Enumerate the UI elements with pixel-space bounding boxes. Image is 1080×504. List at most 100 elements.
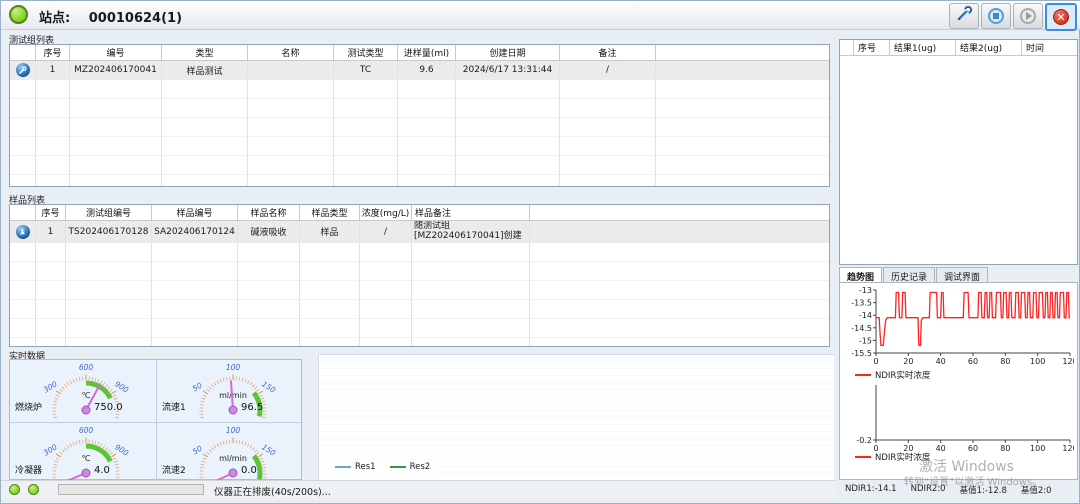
table-row-empty[interactable] bbox=[10, 156, 829, 175]
gauge-value: 750.0 bbox=[94, 402, 123, 413]
table-row-empty[interactable] bbox=[10, 338, 829, 347]
close-icon: ✕ bbox=[1053, 9, 1069, 25]
col-header: 样品编号 bbox=[152, 205, 238, 220]
col-header: 类型 bbox=[162, 45, 248, 60]
col-header: 名称 bbox=[248, 45, 334, 60]
table-row-empty[interactable] bbox=[10, 137, 829, 156]
svg-text:60: 60 bbox=[968, 444, 978, 453]
realtime-gauges-panel: 03006009001200℃燃烧炉750.0050100150200ml/mi… bbox=[9, 359, 302, 480]
cell-created: 2024/6/17 13:31:44 bbox=[456, 61, 560, 79]
stop-button[interactable] bbox=[981, 3, 1011, 29]
cell-test-type: TC bbox=[334, 61, 398, 79]
col-header: 样品类型 bbox=[300, 205, 360, 220]
svg-text:1200: 1200 bbox=[116, 417, 133, 418]
gauge-冷凝器: 03006009001200℃冷凝器4.0 bbox=[10, 423, 157, 485]
status-bar: 仪器正在排废(40s/200s)... bbox=[1, 480, 836, 499]
page-title: 站点: 00010624(1) bbox=[39, 7, 182, 26]
start-button[interactable] bbox=[1013, 3, 1043, 29]
status-dot-1-icon bbox=[9, 484, 20, 495]
svg-text:20: 20 bbox=[903, 357, 913, 366]
table-row-empty[interactable] bbox=[10, 319, 829, 338]
table-row-empty[interactable] bbox=[10, 243, 829, 262]
cell-sample-remark: 随测试组[MZ202406170041]创建 bbox=[412, 221, 530, 242]
status-text: 仪器正在排废(40s/200s)... bbox=[214, 484, 331, 498]
gauge-label: 冷凝器 bbox=[15, 463, 42, 476]
col-header: 样品备注 bbox=[412, 205, 530, 220]
col-header: 进样量(ml) bbox=[398, 45, 456, 60]
cell-group-no: TS202406170128 bbox=[66, 221, 152, 242]
cell-type: 样品测试 bbox=[162, 61, 248, 79]
svg-text:50: 50 bbox=[191, 444, 204, 457]
table-row-empty[interactable] bbox=[10, 80, 829, 99]
svg-text:℃: ℃ bbox=[82, 391, 91, 400]
col-header: 时间 bbox=[1022, 40, 1077, 55]
progress-bar bbox=[58, 484, 204, 495]
cell-volume: 9.6 bbox=[398, 61, 456, 79]
table-row-empty[interactable] bbox=[10, 175, 829, 187]
svg-text:-13.5: -13.5 bbox=[851, 299, 872, 308]
table-row-empty[interactable] bbox=[10, 300, 829, 319]
col-header: 编号 bbox=[70, 45, 162, 60]
svg-text:-15: -15 bbox=[859, 336, 872, 345]
col-header: 创建日期 bbox=[456, 45, 560, 60]
cell-remark: / bbox=[560, 61, 656, 79]
result-chart-legend: Res1 Res2 bbox=[327, 460, 438, 474]
col-header: 序号 bbox=[36, 45, 70, 60]
gauge-流速2: 050100150200ml/min流速20.0 bbox=[157, 423, 303, 485]
col-header: 备注 bbox=[560, 45, 656, 60]
svg-text:-14: -14 bbox=[859, 311, 872, 320]
table-row-empty[interactable] bbox=[10, 262, 829, 281]
test-group-table[interactable]: 序号 编号 类型 名称 测试类型 进样量(ml) 创建日期 备注 1 MZ202… bbox=[9, 44, 830, 187]
cell-conc: / bbox=[360, 221, 412, 242]
result-table[interactable]: 序号 结果1(ug) 结果2(ug) 时间 bbox=[839, 39, 1078, 265]
svg-text:120: 120 bbox=[1062, 444, 1074, 453]
gauge-燃烧炉: 03006009001200℃燃烧炉750.0 bbox=[10, 360, 157, 423]
svg-text:-14.5: -14.5 bbox=[851, 324, 872, 333]
cell-sample-no: SA202406170124 bbox=[152, 221, 238, 242]
cell-name bbox=[248, 61, 334, 79]
col-header: 浓度(mg/L) bbox=[360, 205, 412, 220]
table-row-empty[interactable] bbox=[10, 99, 829, 118]
sample-table[interactable]: 序号 测试组编号 样品编号 样品名称 样品类型 浓度(mg/L) 样品备注 1 … bbox=[9, 204, 830, 347]
svg-text:40: 40 bbox=[936, 357, 946, 366]
svg-text:300: 300 bbox=[42, 379, 59, 394]
svg-text:120: 120 bbox=[1062, 357, 1074, 366]
result-chart-area: Res1 Res2 bbox=[318, 354, 834, 480]
gauge-流速1: 050100150200ml/min流速196.5 bbox=[157, 360, 303, 423]
table-row-empty[interactable] bbox=[10, 118, 829, 137]
col-header: 样品名称 bbox=[238, 205, 300, 220]
table-row[interactable]: 1 MZ202406170041 样品测试 TC 9.6 2024/6/17 1… bbox=[10, 61, 829, 80]
svg-text:80: 80 bbox=[1000, 357, 1010, 366]
table-row[interactable]: 1 TS202406170128 SA202406170124 碱液吸收 样品 … bbox=[10, 221, 829, 243]
svg-text:0: 0 bbox=[873, 357, 878, 366]
svg-text:℃: ℃ bbox=[82, 454, 91, 463]
cell-sample-name: 碱液吸收 bbox=[238, 221, 300, 242]
table-row-empty[interactable] bbox=[10, 281, 829, 300]
cell-seq: 1 bbox=[36, 61, 70, 79]
gauge-value: 96.5 bbox=[241, 402, 263, 413]
test-group-icon bbox=[16, 63, 30, 77]
col-header: 测试类型 bbox=[334, 45, 398, 60]
res2-line-icon bbox=[390, 466, 406, 468]
gauge-value: 4.0 bbox=[94, 465, 110, 476]
cell-seq: 1 bbox=[36, 221, 66, 242]
res1-line-icon bbox=[335, 466, 351, 468]
svg-text:300: 300 bbox=[42, 442, 59, 457]
cell-sample-type: 样品 bbox=[300, 221, 360, 242]
sample-icon bbox=[16, 225, 30, 239]
svg-text:100: 100 bbox=[1030, 357, 1045, 366]
legend-res2: Res2 bbox=[390, 462, 431, 472]
svg-text:100: 100 bbox=[226, 363, 241, 372]
svg-text:-0.2: -0.2 bbox=[856, 436, 872, 445]
svg-text:100: 100 bbox=[226, 426, 241, 435]
site-label: 站点: bbox=[39, 11, 70, 26]
status-dot-2-icon bbox=[28, 484, 39, 495]
ndir-status-line: NDIR1:-14.1 NDIR2:0 基值1:-12.8 基值2:0 bbox=[845, 484, 1052, 496]
tools-button[interactable] bbox=[949, 3, 979, 29]
svg-text:50: 50 bbox=[191, 381, 204, 394]
gauge-value: 0.0 bbox=[241, 465, 257, 476]
svg-text:900: 900 bbox=[113, 442, 130, 457]
gauge-label: 流速1 bbox=[162, 400, 186, 413]
title-bar: 站点: 00010624(1) ✕ bbox=[1, 1, 1080, 30]
close-button[interactable]: ✕ bbox=[1045, 3, 1077, 31]
